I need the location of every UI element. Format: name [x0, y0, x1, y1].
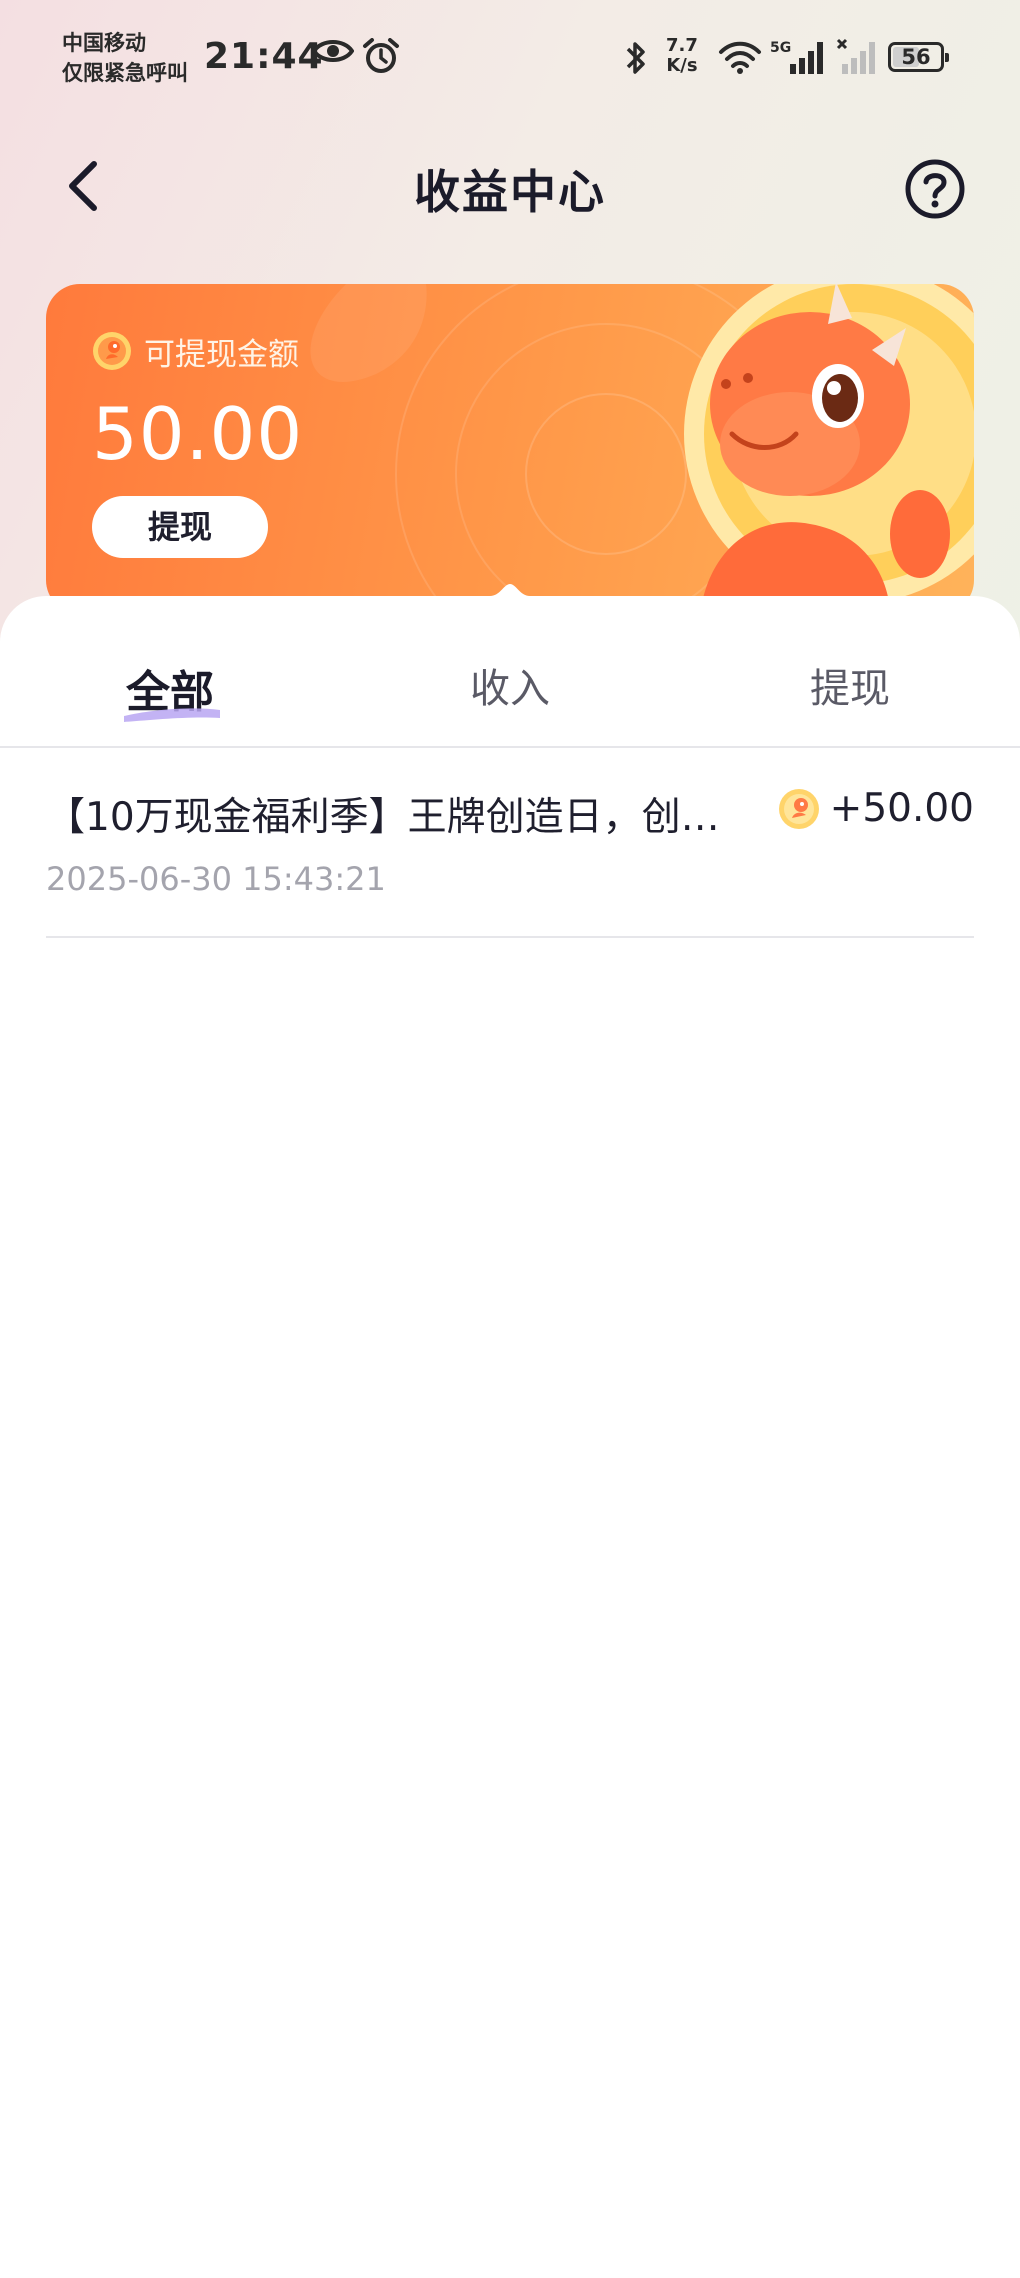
bluetooth-icon [626, 42, 645, 74]
page-title: 收益中心 [414, 165, 606, 219]
coin-icon [93, 332, 131, 370]
battery-level: 56 [901, 45, 931, 69]
eye-icon [312, 40, 354, 62]
status-time: 21:44 [204, 36, 324, 77]
balance-card: 可提现金额 50.00 提现 [46, 284, 974, 614]
carrier-name: 中国移动 [62, 31, 146, 55]
coin-icon [778, 788, 819, 829]
list-divider [46, 936, 974, 938]
carrier-status: 仅限紧急呼叫 [62, 61, 188, 85]
balance-label: 可提现金额 [144, 336, 299, 373]
alarm-icon [363, 38, 399, 73]
signal-no-service-icon [836, 38, 875, 74]
battery-icon: 56 [888, 42, 949, 72]
status-bar: 中国移动 仅限紧急呼叫 21:44 7.7 K/s 5G 56 [0, 0, 1020, 120]
dinosaur-mascot-illustration [684, 284, 974, 614]
help-button[interactable] [904, 158, 966, 220]
record-title: 【10万现金福利季】王牌创造日，创… [46, 795, 720, 840]
tab-active-indicator [124, 708, 220, 722]
tab-bar: 全部 收入 提现 [0, 640, 1020, 740]
list-item[interactable]: 【10万现金福利季】王牌创造日，创… 2025-06-30 15:43:21 +… [46, 764, 974, 938]
network-speed-unit: K/s [666, 55, 698, 76]
withdraw-button[interactable]: 提现 [92, 496, 268, 558]
balance-amount: 50.00 [92, 392, 304, 476]
network-speed: 7.7 K/s [666, 36, 698, 76]
question-mark-icon [905, 159, 965, 219]
carrier-info: 中国移动 仅限紧急呼叫 [62, 28, 188, 88]
tab-income[interactable]: 收入 [400, 656, 620, 714]
tabs-divider [0, 746, 1020, 748]
network-type-label: 5G [770, 40, 791, 56]
signal-5g-icon: 5G [770, 40, 823, 74]
balance-label-row: 可提现金额 [92, 330, 299, 373]
sheet-notch [490, 584, 530, 620]
network-speed-value: 7.7 [666, 35, 698, 56]
record-amount: +50.00 [829, 786, 974, 831]
tab-withdraw[interactable]: 提现 [740, 656, 960, 714]
record-time: 2025-06-30 15:43:21 [46, 860, 386, 898]
record-amount-group: +50.00 [778, 786, 974, 831]
wifi-icon [719, 41, 761, 74]
